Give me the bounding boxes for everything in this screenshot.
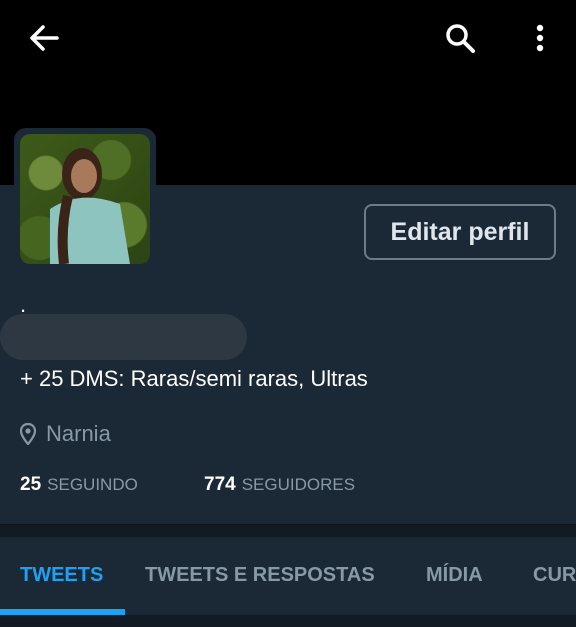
tab-media[interactable]: MÍDIA — [426, 564, 483, 587]
edit-profile-button[interactable]: Editar perfil — [364, 204, 556, 260]
avatar[interactable] — [14, 128, 156, 270]
location-text: Narnia — [46, 421, 111, 446]
avatar-image — [20, 134, 150, 264]
following-count: 25 — [20, 474, 42, 495]
redacted-username — [0, 314, 247, 360]
search-button[interactable] — [436, 16, 484, 60]
tab-tweets-and-replies[interactable]: TWEETS E RESPOSTAS — [145, 564, 375, 587]
profile-bio: + 25 DMS: Raras/semi raras, Ultras — [20, 366, 368, 391]
followers-label: SEGUIDORES — [241, 475, 356, 494]
profile-location: Narnia — [20, 421, 111, 447]
followers-count: 774 — [204, 474, 236, 495]
search-icon — [446, 24, 475, 53]
profile-tabs: TWEETS TWEETS E RESPOSTAS MÍDIA CUR — [0, 537, 576, 615]
section-divider — [0, 524, 576, 537]
more-vertical-icon — [536, 24, 544, 52]
tab-curtidas[interactable]: CUR — [533, 564, 576, 587]
tabs-bottom-border — [0, 615, 576, 627]
followers-stat[interactable]: 774 SEGUIDORES — [204, 474, 355, 496]
tab-tweets[interactable]: TWEETS — [20, 564, 103, 587]
following-label: SEGUINDO — [47, 475, 138, 494]
location-pin-icon — [20, 423, 36, 445]
back-button[interactable] — [20, 18, 68, 58]
arrow-left-icon — [30, 25, 59, 51]
following-stat[interactable]: 25 SEGUINDO — [20, 474, 138, 496]
more-options-button[interactable] — [520, 16, 560, 60]
